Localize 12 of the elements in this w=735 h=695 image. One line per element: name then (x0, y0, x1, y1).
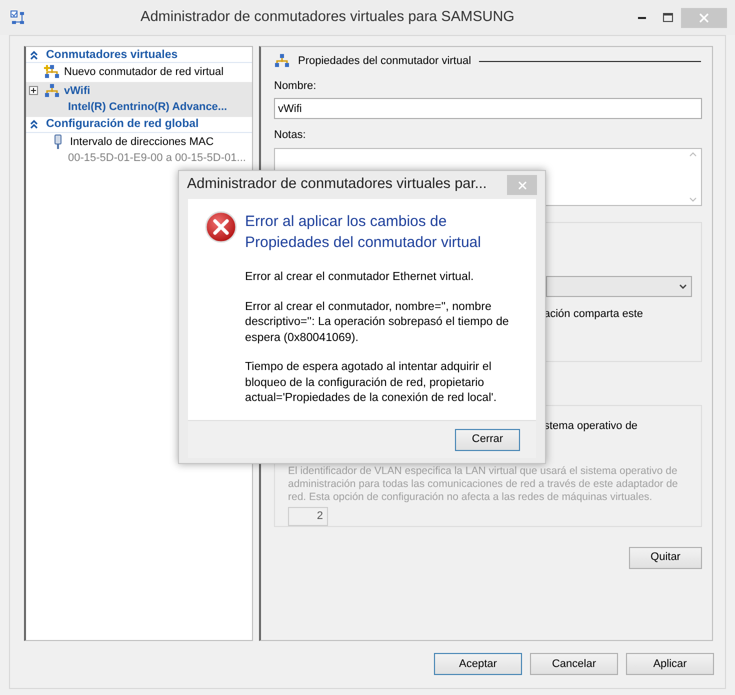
error-heading: Error al aplicar los cambios de Propiedades del conmutador virtual (245, 212, 482, 253)
window-title: Administrador de conmutadores virtuales para SAMSUNG (140, 8, 516, 27)
error-message: Tiempo de espera agotado al intentar adquirir el bloqueo de la configuración de red, propietario actual='Propiedades de la conexión de red local'. (245, 359, 498, 406)
error-message: Error al crear el conmutador, nombre='', nombre descriptivo='': La operación sobrepasó el tiempo de espera (0x80041069). (245, 298, 510, 345)
vlan-description: El identificador de VLAN especifica la LAN virtual que usará el sistema operativo de administración para todas las comunicaciones de red a través de este adaptador de red. Esta opción de configuración no afecta a las redes de máquinas virtuales. (288, 465, 679, 504)
dialog-title: Administrador de conmutadores virtuales par... (186, 175, 488, 194)
section-title: Conmutadores virtuales (46, 48, 178, 62)
field-label: Notas: (274, 128, 307, 143)
group-title: Propiedades del conmutador virtual (298, 54, 472, 69)
section-title: Configuración de red global (46, 117, 199, 132)
field-label: Nombre: (274, 78, 318, 94)
error-message: Error al crear el conmutador Ethernet virtual. (245, 269, 475, 284)
